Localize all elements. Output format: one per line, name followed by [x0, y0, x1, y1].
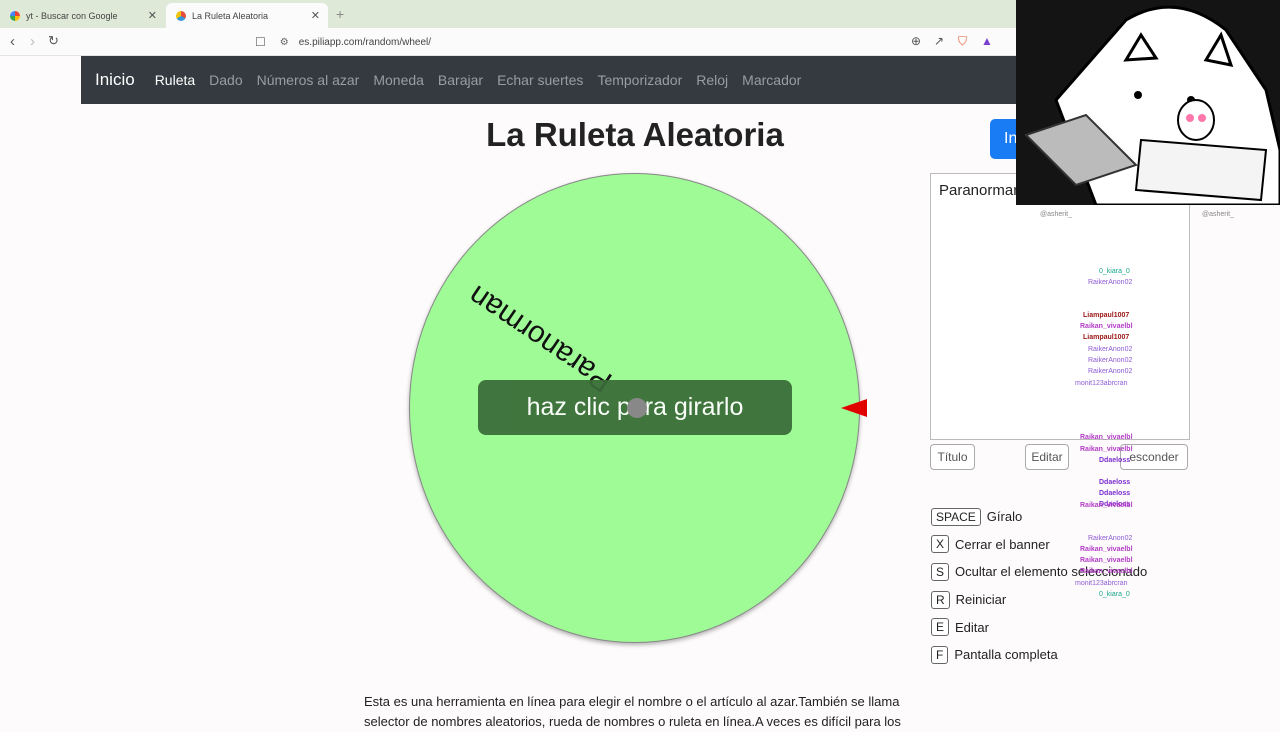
shortcut-key: S: [931, 562, 950, 581]
chat-user: 0_kiara_0: [1099, 591, 1130, 598]
shortcut-key: R: [931, 590, 950, 609]
shortcut-key: SPACE: [931, 507, 981, 526]
nav-home[interactable]: Inicio: [95, 70, 135, 90]
chat-user: Liampaul1007: [1083, 312, 1130, 319]
titulo-button[interactable]: Título: [930, 444, 975, 470]
nav-dado[interactable]: Dado: [209, 72, 242, 88]
reload-icon[interactable]: ↻: [48, 33, 59, 49]
chat-handle: @asherit_: [1202, 211, 1235, 218]
chat-user: monit123abrcran: [1075, 580, 1128, 587]
chat-user: 0_kiara_0: [1099, 268, 1130, 275]
url-bar[interactable]: ☐ ⚙ es.piliapp.com/random/wheel/: [255, 31, 995, 53]
chat-user: Raikan_vivaelbl: [1080, 557, 1133, 564]
wheel-center-dot: [627, 398, 647, 418]
brave-shield-icon[interactable]: ⛉: [958, 34, 967, 49]
chat-user: Ddaeloss: [1099, 457, 1131, 464]
chat-user: Raikan_vivaelbl: [1080, 502, 1133, 509]
close-tab-icon[interactable]: ✕: [311, 9, 320, 22]
new-tab-icon[interactable]: +: [336, 6, 344, 22]
nav-echar-suertes[interactable]: Echar suertes: [497, 72, 583, 88]
tab-ruleta[interactable]: La Ruleta Aleatoria ✕: [166, 3, 328, 28]
zoom-icon[interactable]: ⊕: [911, 34, 921, 48]
nav-moneda[interactable]: Moneda: [373, 72, 424, 88]
shortcut-label: Editar: [955, 619, 989, 635]
piliapp-icon: [176, 10, 186, 21]
chat-user: RaikerAnon02: [1088, 535, 1133, 542]
share-icon[interactable]: ↗: [934, 34, 944, 48]
url-text: es.piliapp.com/random/wheel/: [298, 36, 432, 48]
close-tab-icon[interactable]: ✕: [148, 9, 157, 22]
bookmark-icon[interactable]: ☐: [255, 35, 266, 49]
back-icon[interactable]: ‹: [10, 33, 15, 50]
chat-handle: @asherit_: [1040, 211, 1073, 218]
chat-user: Raikan_vivaelbl: [1080, 323, 1133, 330]
chat-user: RaikerAnon02: [1088, 279, 1133, 286]
shortcut-key: X: [931, 535, 950, 554]
shortcut-row: F Pantalla completa: [931, 641, 1147, 669]
tab-label: yt - Buscar con Google: [26, 10, 118, 21]
nav-marcador[interactable]: Marcador: [742, 72, 801, 88]
google-icon: [10, 10, 20, 21]
shortcut-key: F: [931, 645, 949, 664]
page-title: La Ruleta Aleatoria: [486, 116, 784, 153]
chat-user: RaikerAnon02: [1088, 346, 1133, 353]
chat-user: Liampaul1007: [1083, 334, 1130, 341]
tab-google[interactable]: yt - Buscar con Google ✕: [0, 3, 165, 28]
stream-overlay-cam: [1016, 0, 1280, 205]
chat-user: Ddaeloss: [1099, 479, 1131, 486]
chat-user: Raikan_vivaelbl: [1080, 546, 1133, 553]
tab-label: La Ruleta Aleatoria: [192, 10, 269, 21]
chat-user: RaikerAnon02: [1088, 357, 1133, 364]
description-text: Esta es una herramienta en línea para el…: [364, 694, 901, 729]
stream-chat-overlay: @asherit_ @asherit_ 0_kiara_0 RaikerAnon…: [1016, 205, 1280, 605]
shortcut-label: Reiniciar: [955, 592, 1007, 608]
chat-user: monit123abrcran: [1075, 380, 1128, 387]
brave-rewards-icon[interactable]: ▲: [981, 34, 993, 48]
nav-barajar[interactable]: Barajar: [438, 72, 483, 88]
bongo-cat-icon: [1024, 5, 1280, 205]
chat-user: Raikan_vivaelbl: [1080, 568, 1133, 575]
nav-temporizador[interactable]: Temporizador: [597, 72, 682, 88]
chat-user: RaikerAnon02: [1088, 368, 1133, 375]
nav-ruleta[interactable]: Ruleta: [155, 72, 195, 88]
shortcut-row: E Editar: [931, 613, 1147, 641]
site-info-icon[interactable]: ⚙: [280, 37, 289, 48]
chat-user: Raikan_vivaelbl: [1080, 434, 1133, 441]
nav-numeros[interactable]: Números al azar: [257, 72, 360, 88]
site-navbar: Inicio Ruleta Dado Números al azar Moned…: [81, 56, 1016, 104]
shortcut-key: E: [931, 618, 950, 637]
chat-user: Ddaeloss: [1099, 490, 1131, 497]
shortcut-label: Pantalla completa: [954, 647, 1058, 663]
forward-icon[interactable]: ›: [30, 33, 35, 50]
chat-user: Raikan_vivaelbl: [1080, 446, 1133, 453]
nav-reloj[interactable]: Reloj: [696, 72, 728, 88]
wheel-pointer-icon: [841, 399, 867, 417]
